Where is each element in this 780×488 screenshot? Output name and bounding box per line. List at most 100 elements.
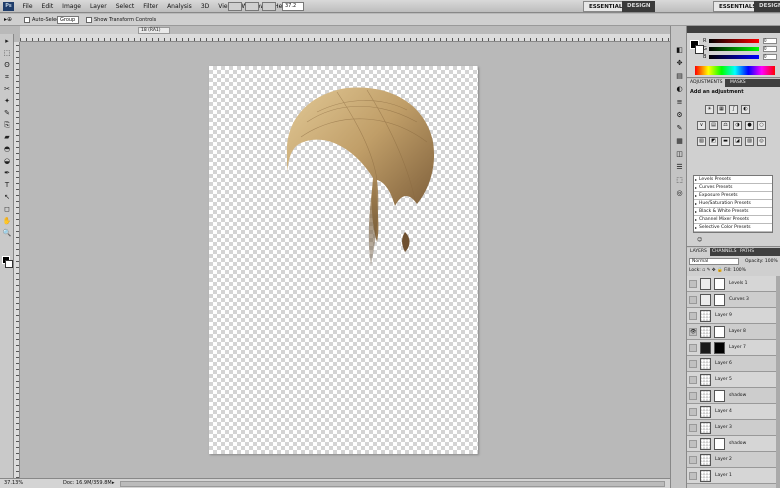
tab-masks[interactable]: MASKS: [727, 79, 749, 87]
launch-bridge-button[interactable]: [228, 2, 242, 11]
layer-row[interactable]: shadow: [687, 388, 780, 404]
layer-row[interactable]: Layer 2: [687, 452, 780, 468]
layer-mask-thumbnail[interactable]: [714, 278, 725, 290]
tool-icon-14[interactable]: ◻: [2, 205, 12, 213]
tool-icon-10[interactable]: ◒: [2, 157, 12, 165]
workspace-design-button-2[interactable]: DESIGN: [754, 1, 780, 12]
preset-item[interactable]: Channel Mixer Presets: [694, 216, 772, 224]
adjustment-row2-icon-2[interactable]: ⚖: [721, 121, 730, 130]
adjustment-row1-icon-1[interactable]: ▦: [717, 105, 726, 114]
dock-panel-icon-8[interactable]: ◫: [675, 150, 684, 158]
adjustment-row2-icon-0[interactable]: ∨: [697, 121, 706, 130]
visibility-eye-icon[interactable]: [689, 344, 697, 352]
opacity-field[interactable]: Opacity: 100%: [745, 258, 778, 265]
visibility-eye-icon[interactable]: [689, 312, 697, 320]
menu-filter[interactable]: Filter: [139, 0, 163, 13]
adjustment-row3-icon-2[interactable]: ▬: [721, 137, 730, 146]
layer-row[interactable]: Layer 1: [687, 468, 780, 484]
adjustment-row3-icon-4[interactable]: ▨: [745, 137, 754, 146]
dock-panel-icon-10[interactable]: ⬚: [675, 176, 684, 184]
menu-analysis[interactable]: Analysis: [163, 0, 197, 13]
layer-row[interactable]: Layer 7: [687, 340, 780, 356]
dock-panel-icon-3[interactable]: ◐: [675, 85, 684, 93]
adjustment-row1-icon-0[interactable]: ☀: [705, 105, 714, 114]
menu-select[interactable]: Select: [111, 0, 139, 13]
menu-image[interactable]: Image: [58, 0, 86, 13]
tool-icon-5[interactable]: ✦: [2, 97, 12, 105]
tool-icon-3[interactable]: ⌗: [2, 73, 12, 81]
tab-adjustments[interactable]: ADJUSTMENTS: [687, 79, 726, 87]
layers-scrollbar[interactable]: [776, 276, 780, 488]
dock-panel-icon-7[interactable]: ▦: [675, 137, 684, 145]
adjustment-row2-icon-1[interactable]: ▤: [709, 121, 718, 130]
tool-icon-11[interactable]: ✒: [2, 169, 12, 177]
dock-panel-icon-5[interactable]: ⚙: [675, 111, 684, 119]
layer-row[interactable]: Levels 1: [687, 276, 780, 292]
dock-panel-icon-2[interactable]: ▤: [675, 72, 684, 80]
preset-item[interactable]: Hue/Saturation Presets: [694, 200, 772, 208]
visibility-eye-icon[interactable]: [689, 424, 697, 432]
tool-icon-7[interactable]: ⎘: [2, 121, 12, 129]
tool-icon-0[interactable]: ▸: [2, 37, 12, 45]
dock-panel-icon-0[interactable]: ◧: [675, 46, 684, 54]
layer-row[interactable]: Curves 3: [687, 292, 780, 308]
layer-row[interactable]: 👁 Layer 8: [687, 324, 780, 340]
document-tab[interactable]: 18 (RA1): [138, 27, 170, 34]
lock-fill-row[interactable]: Lock: ▫ ✎ ✥ 🔒 Fill: 100%: [689, 267, 777, 274]
menu-3d[interactable]: 3D: [196, 0, 213, 13]
zoom-percentage[interactable]: 37.13%: [4, 479, 23, 488]
visibility-eye-icon[interactable]: [689, 472, 697, 480]
visibility-eye-icon[interactable]: 👁: [689, 328, 697, 336]
dock-panel-icon-6[interactable]: ✎: [675, 124, 684, 132]
visibility-eye-icon[interactable]: [689, 392, 697, 400]
menu-edit[interactable]: Edit: [37, 0, 58, 13]
layer-row[interactable]: Layer 5: [687, 372, 780, 388]
auto-select-dropdown[interactable]: Group: [57, 16, 79, 24]
preset-item[interactable]: Levels Presets: [694, 176, 772, 184]
visibility-eye-icon[interactable]: [689, 280, 697, 288]
horizontal-scrollbar[interactable]: [120, 481, 665, 487]
tool-icon-16[interactable]: 🔍: [2, 229, 12, 237]
view-extras-button[interactable]: [262, 2, 276, 11]
color-slider-track[interactable]: [709, 55, 759, 59]
visibility-eye-icon[interactable]: [689, 296, 697, 304]
color-slider-value[interactable]: 0: [763, 46, 777, 52]
adjustment-row1-icon-3[interactable]: ◐: [741, 105, 750, 114]
menu-file[interactable]: File: [18, 0, 37, 13]
tool-icon-12[interactable]: T: [2, 181, 12, 189]
zoom-level-field[interactable]: 37.2: [282, 2, 304, 11]
adjustment-row3-icon-3[interactable]: ◪: [733, 137, 742, 146]
visibility-eye-icon[interactable]: [689, 440, 697, 448]
auto-select-checkbox[interactable]: [24, 17, 30, 23]
dock-panel-icon-9[interactable]: ☰: [675, 163, 684, 171]
color-slider-value[interactable]: 0: [763, 54, 777, 60]
layer-mask-thumbnail[interactable]: [714, 294, 725, 306]
adjustments-footer-icon[interactable]: ☺: [697, 237, 702, 243]
document-canvas[interactable]: [209, 66, 478, 454]
layer-row[interactable]: shadow: [687, 436, 780, 452]
visibility-eye-icon[interactable]: [689, 376, 697, 384]
tool-icon-8[interactable]: ▰: [2, 133, 12, 141]
preset-item[interactable]: Selective Color Presets: [694, 224, 772, 232]
tool-icon-1[interactable]: ⬚: [2, 49, 12, 57]
visibility-eye-icon[interactable]: [689, 360, 697, 368]
tool-icon-4[interactable]: ✂: [2, 85, 12, 93]
workspace-design-button[interactable]: DESIGN: [622, 1, 656, 12]
adjustment-row2-icon-4[interactable]: ●: [745, 121, 754, 130]
color-spectrum[interactable]: [695, 66, 775, 75]
tool-icon-2[interactable]: ʘ: [2, 61, 12, 69]
top-ruler[interactable]: [20, 34, 670, 42]
tab-layers[interactable]: LAYERS: [687, 248, 710, 256]
dock-panel-icon-11[interactable]: ◎: [675, 189, 684, 197]
layer-row[interactable]: Layer 6: [687, 356, 780, 372]
status-menu-arrow[interactable]: ▸: [112, 479, 115, 488]
adjustment-row3-icon-1[interactable]: ◩: [709, 137, 718, 146]
layer-row[interactable]: Layer 4: [687, 404, 780, 420]
blend-mode-dropdown[interactable]: Normal: [689, 258, 739, 265]
tool-icon-9[interactable]: ◓: [2, 145, 12, 153]
layer-row[interactable]: Layer 3: [687, 420, 780, 436]
menu-layer[interactable]: Layer: [85, 0, 111, 13]
layer-mask-thumbnail[interactable]: [714, 438, 725, 450]
adjustment-row1-icon-2[interactable]: ∫: [729, 105, 738, 114]
dock-panel-icon-4[interactable]: ≡: [675, 98, 684, 106]
